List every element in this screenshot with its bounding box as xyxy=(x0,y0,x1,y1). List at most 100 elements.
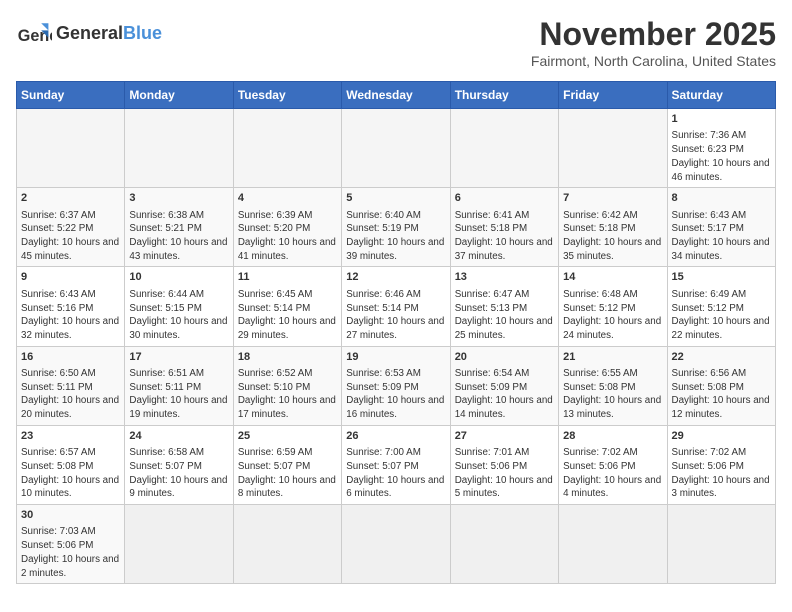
day-number: 14 xyxy=(563,270,662,285)
day-number: 21 xyxy=(563,350,662,365)
col-header-saturday: Saturday xyxy=(667,82,775,109)
day-info: Sunrise: 6:51 AM Sunset: 5:11 PM Dayligh… xyxy=(129,367,228,422)
calendar-cell: 9 Sunrise: 6:43 AM Sunset: 5:16 PM Daylig… xyxy=(17,267,125,346)
day-info: Sunrise: 6:50 AM Sunset: 5:11 PM Dayligh… xyxy=(21,367,120,422)
day-info: Sunrise: 6:40 AM Sunset: 5:19 PM Dayligh… xyxy=(346,209,445,264)
calendar-cell: 14 Sunrise: 6:48 AM Sunset: 5:12 PM Dayli… xyxy=(559,267,667,346)
day-info: Sunrise: 6:54 AM Sunset: 5:09 PM Dayligh… xyxy=(455,367,554,422)
day-info: Sunrise: 6:58 AM Sunset: 5:07 PM Dayligh… xyxy=(129,446,228,501)
day-info: Sunrise: 6:59 AM Sunset: 5:07 PM Dayligh… xyxy=(238,446,337,501)
day-number: 27 xyxy=(455,429,554,444)
calendar-cell: 11 Sunrise: 6:45 AM Sunset: 5:14 PM Dayli… xyxy=(233,267,341,346)
day-info: Sunrise: 6:55 AM Sunset: 5:08 PM Dayligh… xyxy=(563,367,662,422)
day-info: Sunrise: 6:48 AM Sunset: 5:12 PM Dayligh… xyxy=(563,288,662,343)
day-info: Sunrise: 6:43 AM Sunset: 5:17 PM Dayligh… xyxy=(672,209,771,264)
calendar-cell: 18 Sunrise: 6:52 AM Sunset: 5:10 PM Dayli… xyxy=(233,346,341,425)
calendar-cell: 26 Sunrise: 7:00 AM Sunset: 5:07 PM Dayli… xyxy=(342,425,450,504)
calendar-cell xyxy=(233,109,341,188)
calendar-cell: 6 Sunrise: 6:41 AM Sunset: 5:18 PM Daylig… xyxy=(450,188,558,267)
day-number: 11 xyxy=(238,270,337,285)
day-number: 1 xyxy=(672,112,771,127)
day-number: 29 xyxy=(672,429,771,444)
month-title: November 2025 xyxy=(531,16,776,53)
day-info: Sunrise: 7:00 AM Sunset: 5:07 PM Dayligh… xyxy=(346,446,445,501)
calendar-cell: 15 Sunrise: 6:49 AM Sunset: 5:12 PM Dayli… xyxy=(667,267,775,346)
day-number: 18 xyxy=(238,350,337,365)
day-info: Sunrise: 7:01 AM Sunset: 5:06 PM Dayligh… xyxy=(455,446,554,501)
day-number: 13 xyxy=(455,270,554,285)
day-info: Sunrise: 6:37 AM Sunset: 5:22 PM Dayligh… xyxy=(21,209,120,264)
logo-text: GeneralBlue xyxy=(56,24,162,44)
calendar-cell: 24 Sunrise: 6:58 AM Sunset: 5:07 PM Dayli… xyxy=(125,425,233,504)
day-info: Sunrise: 6:47 AM Sunset: 5:13 PM Dayligh… xyxy=(455,288,554,343)
day-info: Sunrise: 6:41 AM Sunset: 5:18 PM Dayligh… xyxy=(455,209,554,264)
day-info: Sunrise: 6:43 AM Sunset: 5:16 PM Dayligh… xyxy=(21,288,120,343)
location: Fairmont, North Carolina, United States xyxy=(531,53,776,69)
calendar-cell xyxy=(233,505,341,584)
day-number: 3 xyxy=(129,191,228,206)
calendar-cell: 3 Sunrise: 6:38 AM Sunset: 5:21 PM Daylig… xyxy=(125,188,233,267)
day-info: Sunrise: 7:03 AM Sunset: 5:06 PM Dayligh… xyxy=(21,525,120,580)
col-header-thursday: Thursday xyxy=(450,82,558,109)
day-number: 7 xyxy=(563,191,662,206)
day-number: 5 xyxy=(346,191,445,206)
day-info: Sunrise: 6:45 AM Sunset: 5:14 PM Dayligh… xyxy=(238,288,337,343)
col-header-sunday: Sunday xyxy=(17,82,125,109)
day-number: 6 xyxy=(455,191,554,206)
calendar-cell: 21 Sunrise: 6:55 AM Sunset: 5:08 PM Dayli… xyxy=(559,346,667,425)
logo: General GeneralBlue xyxy=(16,16,162,52)
day-number: 30 xyxy=(21,508,120,523)
calendar-cell: 30 Sunrise: 7:03 AM Sunset: 5:06 PM Dayli… xyxy=(17,505,125,584)
day-number: 20 xyxy=(455,350,554,365)
day-number: 8 xyxy=(672,191,771,206)
calendar-cell: 7Sunrise: 6:42 AM Sunset: 5:18 PM Daylig… xyxy=(559,188,667,267)
day-number: 10 xyxy=(129,270,228,285)
day-number: 24 xyxy=(129,429,228,444)
calendar-cell xyxy=(17,109,125,188)
calendar-cell: 29Sunrise: 7:02 AM Sunset: 5:06 PM Dayli… xyxy=(667,425,775,504)
calendar-cell xyxy=(125,109,233,188)
logo-icon: General xyxy=(16,16,52,52)
day-number: 26 xyxy=(346,429,445,444)
day-info: Sunrise: 6:56 AM Sunset: 5:08 PM Dayligh… xyxy=(672,367,771,422)
svg-text:General: General xyxy=(18,27,52,45)
day-number: 16 xyxy=(21,350,120,365)
day-info: Sunrise: 6:44 AM Sunset: 5:15 PM Dayligh… xyxy=(129,288,228,343)
calendar-cell: 20 Sunrise: 6:54 AM Sunset: 5:09 PM Dayli… xyxy=(450,346,558,425)
calendar-cell xyxy=(450,505,558,584)
day-info: Sunrise: 6:49 AM Sunset: 5:12 PM Dayligh… xyxy=(672,288,771,343)
day-number: 2 xyxy=(21,191,120,206)
day-info: Sunrise: 6:57 AM Sunset: 5:08 PM Dayligh… xyxy=(21,446,120,501)
day-number: 9 xyxy=(21,270,120,285)
calendar-cell xyxy=(559,505,667,584)
calendar-cell: 27 Sunrise: 7:01 AM Sunset: 5:06 PM Dayli… xyxy=(450,425,558,504)
day-number: 19 xyxy=(346,350,445,365)
day-info: Sunrise: 6:53 AM Sunset: 5:09 PM Dayligh… xyxy=(346,367,445,422)
day-number: 17 xyxy=(129,350,228,365)
col-header-wednesday: Wednesday xyxy=(342,82,450,109)
col-header-friday: Friday xyxy=(559,82,667,109)
calendar-cell: 13 Sunrise: 6:47 AM Sunset: 5:13 PM Dayli… xyxy=(450,267,558,346)
calendar-cell: 4Sunrise: 6:39 AM Sunset: 5:20 PM Daylig… xyxy=(233,188,341,267)
day-number: 22 xyxy=(672,350,771,365)
calendar-cell: 2 Sunrise: 6:37 AM Sunset: 5:22 PM Daylig… xyxy=(17,188,125,267)
day-info: Sunrise: 7:02 AM Sunset: 5:06 PM Dayligh… xyxy=(563,446,662,501)
calendar-cell: 17 Sunrise: 6:51 AM Sunset: 5:11 PM Dayli… xyxy=(125,346,233,425)
day-number: 4 xyxy=(238,191,337,206)
calendar-cell: 25 Sunrise: 6:59 AM Sunset: 5:07 PM Dayli… xyxy=(233,425,341,504)
calendar-cell: 10 Sunrise: 6:44 AM Sunset: 5:15 PM Dayli… xyxy=(125,267,233,346)
day-number: 28 xyxy=(563,429,662,444)
calendar-cell: 16 Sunrise: 6:50 AM Sunset: 5:11 PM Dayli… xyxy=(17,346,125,425)
day-number: 25 xyxy=(238,429,337,444)
title-block: November 2025 Fairmont, North Carolina, … xyxy=(531,16,776,69)
day-info: Sunrise: 6:52 AM Sunset: 5:10 PM Dayligh… xyxy=(238,367,337,422)
day-info: Sunrise: 6:46 AM Sunset: 5:14 PM Dayligh… xyxy=(346,288,445,343)
day-info: Sunrise: 7:36 AM Sunset: 6:23 PM Dayligh… xyxy=(672,129,771,184)
day-number: 15 xyxy=(672,270,771,285)
day-info: Sunrise: 6:38 AM Sunset: 5:21 PM Dayligh… xyxy=(129,209,228,264)
calendar-cell: 28 Sunrise: 7:02 AM Sunset: 5:06 PM Dayli… xyxy=(559,425,667,504)
day-number: 23 xyxy=(21,429,120,444)
calendar-cell xyxy=(125,505,233,584)
day-number: 12 xyxy=(346,270,445,285)
calendar-cell xyxy=(450,109,558,188)
